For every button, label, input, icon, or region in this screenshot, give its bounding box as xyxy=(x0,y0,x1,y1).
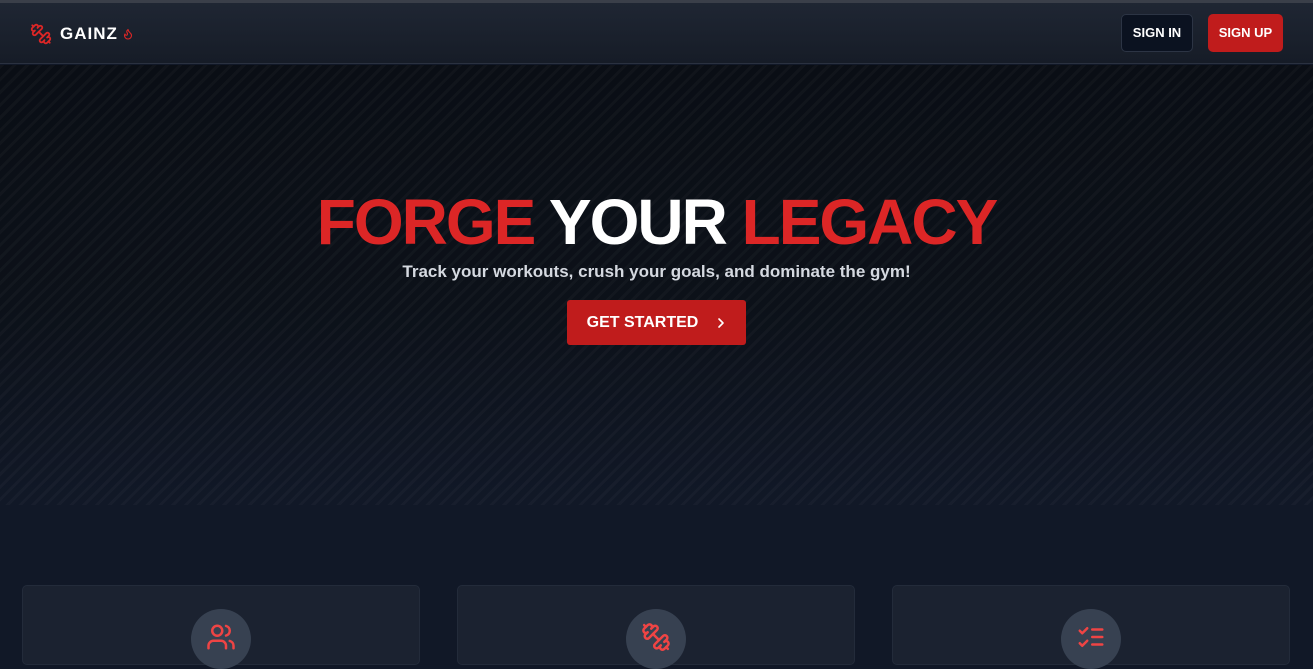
brand-name: GAINZ xyxy=(60,24,118,43)
hero-title-word-2: YOUR xyxy=(548,186,728,258)
feature-icon-circle xyxy=(1061,609,1121,669)
hero-section: FORGE YOUR LEGACY Track your workouts, c… xyxy=(0,65,1313,505)
sign-in-button[interactable]: SIGN IN xyxy=(1121,14,1193,52)
flame-icon xyxy=(123,28,132,40)
feature-icon-circle xyxy=(626,609,686,669)
navbar: GAINZ SIGN IN SIGN UP xyxy=(0,3,1313,64)
sign-up-button[interactable]: SIGN UP xyxy=(1208,14,1283,52)
get-started-button[interactable]: GET STARTED xyxy=(567,300,746,345)
get-started-label: GET STARTED xyxy=(586,313,699,331)
checklist-icon xyxy=(1078,627,1104,647)
feature-icon-circle xyxy=(191,609,251,669)
hero-title-word-1: FORGE xyxy=(316,186,537,258)
brand-logo[interactable]: GAINZ xyxy=(30,22,134,46)
hero-title: FORGE YOUR LEGACY xyxy=(0,187,1313,257)
feature-card-workouts xyxy=(457,585,855,669)
feature-card-goals xyxy=(892,585,1290,669)
chevron-right-icon xyxy=(718,317,725,328)
users-icon xyxy=(207,624,235,650)
dumbbell-icon xyxy=(642,623,670,651)
feature-card-users xyxy=(22,585,420,669)
hero-subtitle: Track your workouts, crush your goals, a… xyxy=(402,262,911,281)
dumbbell-icon xyxy=(30,23,52,45)
hero-title-word-3: LEGACY xyxy=(741,186,999,258)
